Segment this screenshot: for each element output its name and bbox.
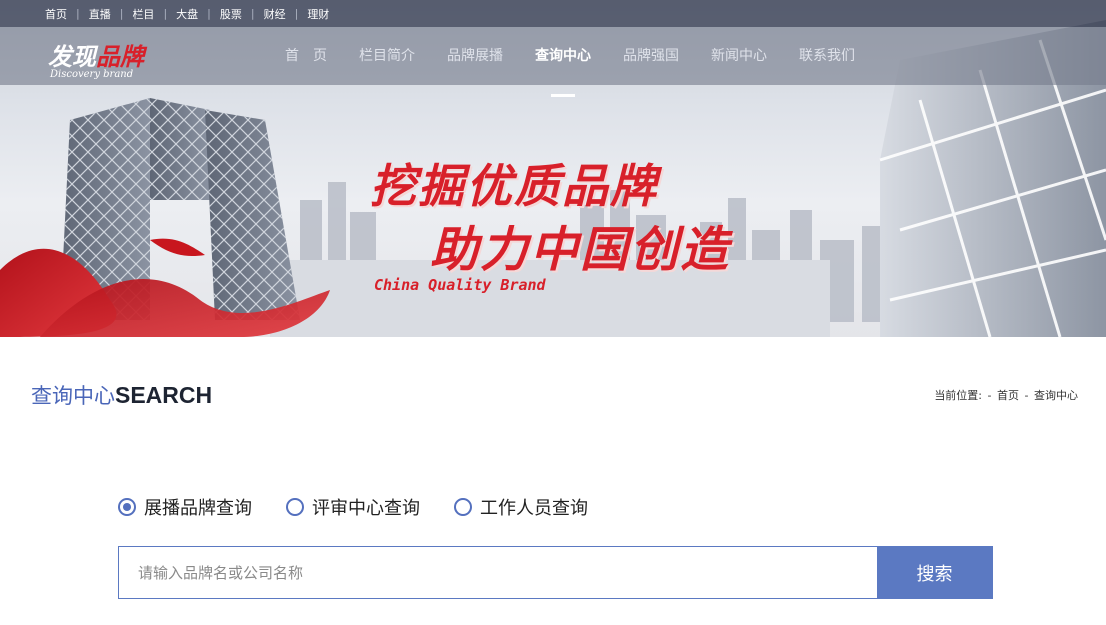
logo-text-red: 品牌 bbox=[96, 42, 144, 71]
toplink-home[interactable]: 首页 bbox=[45, 6, 67, 22]
toplink-stocks[interactable]: 股票 bbox=[220, 6, 242, 22]
radio-checked-icon[interactable] bbox=[118, 498, 136, 516]
banner-slogan-line1: 挖掘优质品牌 bbox=[370, 159, 658, 213]
nav-item-label: 查询中心 bbox=[535, 48, 591, 64]
breadcrumb: 当前位置: - 首页 - 查询中心 bbox=[933, 387, 1079, 403]
main-navbar: 发现品牌 Discovery brand 首 页 栏目简介 品牌展播 查询中心 … bbox=[0, 27, 1106, 97]
radio-unchecked-icon[interactable] bbox=[286, 498, 304, 516]
search-input[interactable] bbox=[119, 547, 877, 598]
radio-unchecked-icon[interactable] bbox=[454, 498, 472, 516]
page-title-cn: 查询中心 bbox=[31, 384, 115, 408]
toplink-wealth[interactable]: 理财 bbox=[307, 6, 329, 22]
radio-brand-search[interactable]: 展播品牌查询 bbox=[118, 494, 252, 520]
divider: | bbox=[250, 7, 255, 20]
logo-text-white: 发现 bbox=[48, 42, 96, 71]
toplink-finance[interactable]: 财经 bbox=[264, 6, 286, 22]
banner-slogan-line2: 助力中国创造 bbox=[430, 222, 731, 278]
radio-review-search[interactable]: 评审中心查询 bbox=[286, 494, 420, 520]
toplink-market[interactable]: 大盘 bbox=[176, 6, 198, 22]
nav-item-search-center[interactable]: 查询中心 bbox=[519, 27, 607, 97]
search-type-radio-group: 展播品牌查询 评审中心查询 工作人员查询 bbox=[118, 494, 622, 520]
nav-item-brand-power[interactable]: 品牌强国 bbox=[607, 27, 695, 85]
divider: | bbox=[76, 7, 80, 20]
radio-label: 工作人员查询 bbox=[480, 498, 588, 519]
active-indicator bbox=[551, 94, 575, 97]
radio-label: 评审中心查询 bbox=[312, 498, 420, 519]
breadcrumb-separator: - bbox=[1024, 389, 1029, 402]
divider: | bbox=[294, 7, 299, 20]
logo-text: 发现品牌 bbox=[48, 37, 144, 72]
nav-item-brand-showcase[interactable]: 品牌展播 bbox=[431, 27, 519, 85]
page-title: 查询中心SEARCH bbox=[31, 380, 212, 410]
divider: | bbox=[119, 7, 124, 20]
divider: | bbox=[163, 7, 168, 20]
page-title-en: SEARCH bbox=[115, 382, 213, 408]
breadcrumb-separator: - bbox=[987, 389, 992, 402]
toplink-column[interactable]: 栏目 bbox=[132, 6, 154, 22]
search-bar: 搜索 bbox=[118, 546, 993, 599]
nav-item-about[interactable]: 栏目简介 bbox=[343, 27, 431, 85]
top-link-bar: 首页 | 直播 | 栏目 | 大盘 | 股票 | 财经 | 理财 bbox=[0, 0, 1106, 27]
divider: | bbox=[207, 7, 211, 20]
logo-subtitle: Discovery brand bbox=[50, 69, 134, 80]
radio-staff-search[interactable]: 工作人员查询 bbox=[454, 494, 588, 520]
breadcrumb-prefix: 当前位置: bbox=[934, 389, 983, 402]
nav-item-news[interactable]: 新闻中心 bbox=[695, 27, 783, 85]
search-button[interactable]: 搜索 bbox=[877, 547, 992, 598]
nav-item-contact[interactable]: 联系我们 bbox=[783, 27, 871, 85]
nav-menu: 首 页 栏目简介 品牌展播 查询中心 品牌强国 新闻中心 联系我们 bbox=[269, 27, 871, 97]
breadcrumb-home-link[interactable]: 首页 bbox=[997, 389, 1019, 402]
radio-label: 展播品牌查询 bbox=[144, 498, 252, 519]
banner-slogan-english: China Quality Brand bbox=[374, 276, 546, 294]
toplink-live[interactable]: 直播 bbox=[89, 6, 111, 22]
breadcrumb-current[interactable]: 查询中心 bbox=[1034, 389, 1078, 402]
nav-item-home[interactable]: 首 页 bbox=[269, 27, 343, 85]
hero-banner: 首页 | 直播 | 栏目 | 大盘 | 股票 | 财经 | 理财 发现品牌 Di… bbox=[0, 0, 1106, 337]
site-logo[interactable]: 发现品牌 Discovery brand bbox=[48, 37, 188, 83]
